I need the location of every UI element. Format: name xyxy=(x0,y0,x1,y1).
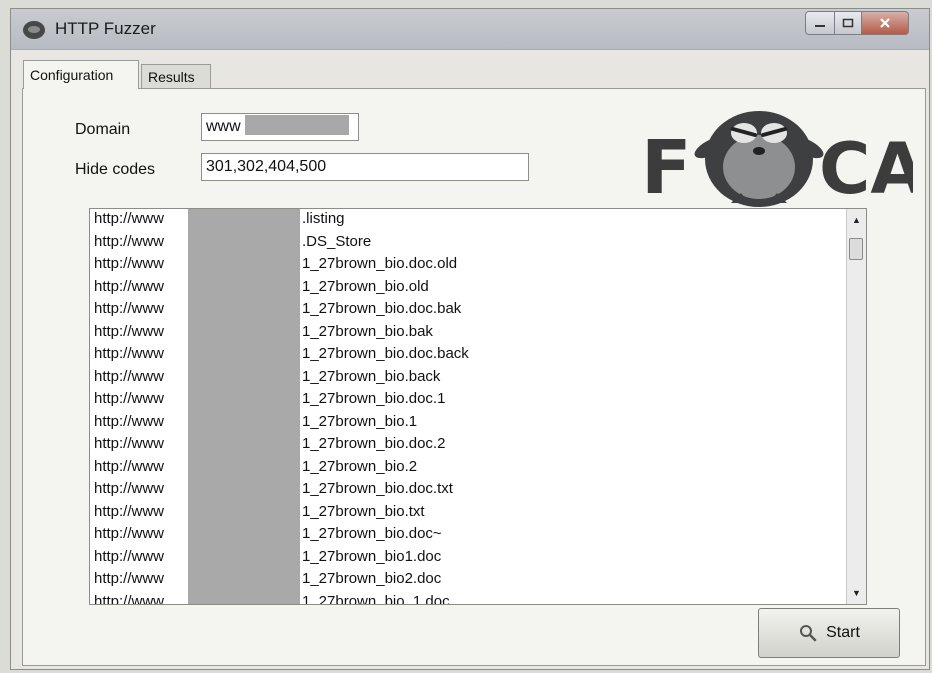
result-url-prefix: http://www xyxy=(94,502,165,520)
result-url-prefix: http://www xyxy=(94,480,165,497)
result-url-path: 1_27brown_bio2.doc xyxy=(302,570,442,587)
scroll-down-arrow-icon[interactable]: ▼ xyxy=(847,584,866,602)
result-url-path: 1_27brown_bio.doc.2 xyxy=(302,435,446,452)
result-url-prefix: http://www xyxy=(94,435,165,452)
hide-codes-input[interactable]: 301,302,404,500 xyxy=(201,153,529,181)
result-url-path: 1_27brown_bio.doc.bak xyxy=(302,300,462,317)
result-url-prefix: http://www xyxy=(94,300,165,317)
result-url-path: 1_27brown_bio.old xyxy=(302,277,429,295)
result-row[interactable]: http://www 1_27brown_bio.1 xyxy=(90,412,846,435)
app-icon xyxy=(23,21,45,39)
result-row[interactable]: http://www 1_27brown_bio.doc.back xyxy=(90,344,846,367)
start-label: Start xyxy=(826,624,860,641)
result-row[interactable]: http://www .DS_Store xyxy=(90,232,846,255)
results-rows: http://www .listing http://www .DS_Store htt… xyxy=(90,209,846,605)
maximize-icon xyxy=(842,18,854,28)
result-url-path: 1_27brown_bio.doc.back xyxy=(302,345,469,362)
scroll-thumb[interactable] xyxy=(849,238,863,260)
http-fuzzer-window: HTTP Fuzzer Configuration Results Domain… xyxy=(10,8,930,670)
result-url-prefix: http://www xyxy=(94,457,165,475)
result-row[interactable]: http://www 1_27brown_bio.doc.bak xyxy=(90,299,846,322)
result-url-prefix: http://www xyxy=(94,277,165,295)
result-row[interactable]: http://www 1_27brown_bio_1.doc xyxy=(90,592,846,605)
foca-logo: F CA xyxy=(641,111,913,209)
hide-codes-label: Hide codes xyxy=(75,161,156,178)
results-scrollbar[interactable]: ▲ ▼ xyxy=(846,209,866,604)
minimize-icon xyxy=(815,25,825,27)
domain-value: www xyxy=(206,118,241,135)
result-url-prefix: http://www xyxy=(94,592,165,605)
result-url-path: 1_27brown_bio.2 xyxy=(302,457,418,475)
search-icon xyxy=(800,625,817,642)
close-icon xyxy=(880,18,890,28)
result-url-prefix: http://www xyxy=(94,345,165,362)
result-url-prefix: http://www xyxy=(94,412,165,430)
result-url-prefix: http://www xyxy=(94,547,165,565)
redacted-domain xyxy=(245,115,350,135)
logo-letter-f: F xyxy=(641,125,692,209)
result-url-path: 1_27brown_bio.doc.txt xyxy=(302,480,453,497)
result-row[interactable]: http://www 1_27brown_bio.bak xyxy=(90,322,846,345)
result-url-path: 1_27brown_bio.back xyxy=(302,367,441,385)
result-url-prefix: http://www xyxy=(94,525,165,542)
tab-configuration[interactable]: Configuration xyxy=(23,60,139,89)
result-row[interactable]: http://www 1_27brown_bio1.doc xyxy=(90,547,846,570)
result-row[interactable]: http://www 1_27brown_bio.old xyxy=(90,277,846,300)
result-url-path: 1_27brown_bio.1 xyxy=(302,412,418,430)
result-url-path: 1_27brown_bio.doc.old xyxy=(302,255,458,272)
close-button[interactable] xyxy=(862,11,909,35)
result-url-path: 1_27brown_bio.doc~ xyxy=(302,525,442,542)
result-url-prefix: http://www xyxy=(94,322,165,340)
result-row[interactable]: http://www 1_27brown_bio.doc.1 xyxy=(90,389,846,412)
title-bar[interactable]: HTTP Fuzzer xyxy=(11,9,929,50)
result-url-prefix: http://www xyxy=(94,232,165,250)
maximize-button[interactable] xyxy=(835,11,862,35)
result-row[interactable]: http://www 1_27brown_bio.2 xyxy=(90,457,846,480)
domain-input[interactable]: www xyxy=(201,113,359,141)
minimize-button[interactable] xyxy=(805,11,835,35)
results-list[interactable]: http://www .listing http://www .DS_Store htt… xyxy=(89,208,867,605)
result-url-path: .listing xyxy=(302,210,345,227)
result-url-prefix: http://www xyxy=(94,255,165,272)
result-row[interactable]: http://www .listing xyxy=(90,209,846,232)
result-url-prefix: http://www xyxy=(94,390,165,407)
result-url-path: 1_27brown_bio_1.doc xyxy=(302,592,450,605)
logo-letters-ca: CA xyxy=(819,128,913,209)
domain-label: Domain xyxy=(75,121,131,138)
configuration-panel: Domain www Hide codes 301,302,404,500 F … xyxy=(22,88,926,666)
result-row[interactable]: http://www 1_27brown_bio.doc.txt xyxy=(90,479,846,502)
scroll-up-arrow-icon[interactable]: ▲ xyxy=(847,211,866,229)
result-row[interactable]: http://www 1_27brown_bio.doc.old xyxy=(90,254,846,277)
result-row[interactable]: http://www 1_27brown_bio.doc~ xyxy=(90,524,846,547)
result-url-prefix: http://www xyxy=(94,570,165,587)
result-url-path: 1_27brown_bio.doc.1 xyxy=(302,390,446,407)
result-url-prefix: http://www xyxy=(94,210,165,227)
start-button[interactable]: Start xyxy=(758,608,900,658)
result-url-path: 1_27brown_bio.txt xyxy=(302,502,425,520)
result-row[interactable]: http://www 1_27brown_bio.doc.2 xyxy=(90,434,846,457)
result-url-prefix: http://www xyxy=(94,367,165,385)
result-url-path: .DS_Store xyxy=(302,232,372,250)
result-row[interactable]: http://www 1_27brown_bio.txt xyxy=(90,502,846,525)
result-url-path: 1_27brown_bio.bak xyxy=(302,322,433,340)
result-url-path: 1_27brown_bio1.doc xyxy=(302,547,442,565)
tab-results[interactable]: Results xyxy=(141,64,211,88)
window-controls xyxy=(805,11,909,37)
result-row[interactable]: http://www 1_27brown_bio.back xyxy=(90,367,846,390)
window-title: HTTP Fuzzer xyxy=(55,19,156,38)
foca-seal-mascot xyxy=(694,111,824,207)
result-row[interactable]: http://www 1_27brown_bio2.doc xyxy=(90,569,846,592)
